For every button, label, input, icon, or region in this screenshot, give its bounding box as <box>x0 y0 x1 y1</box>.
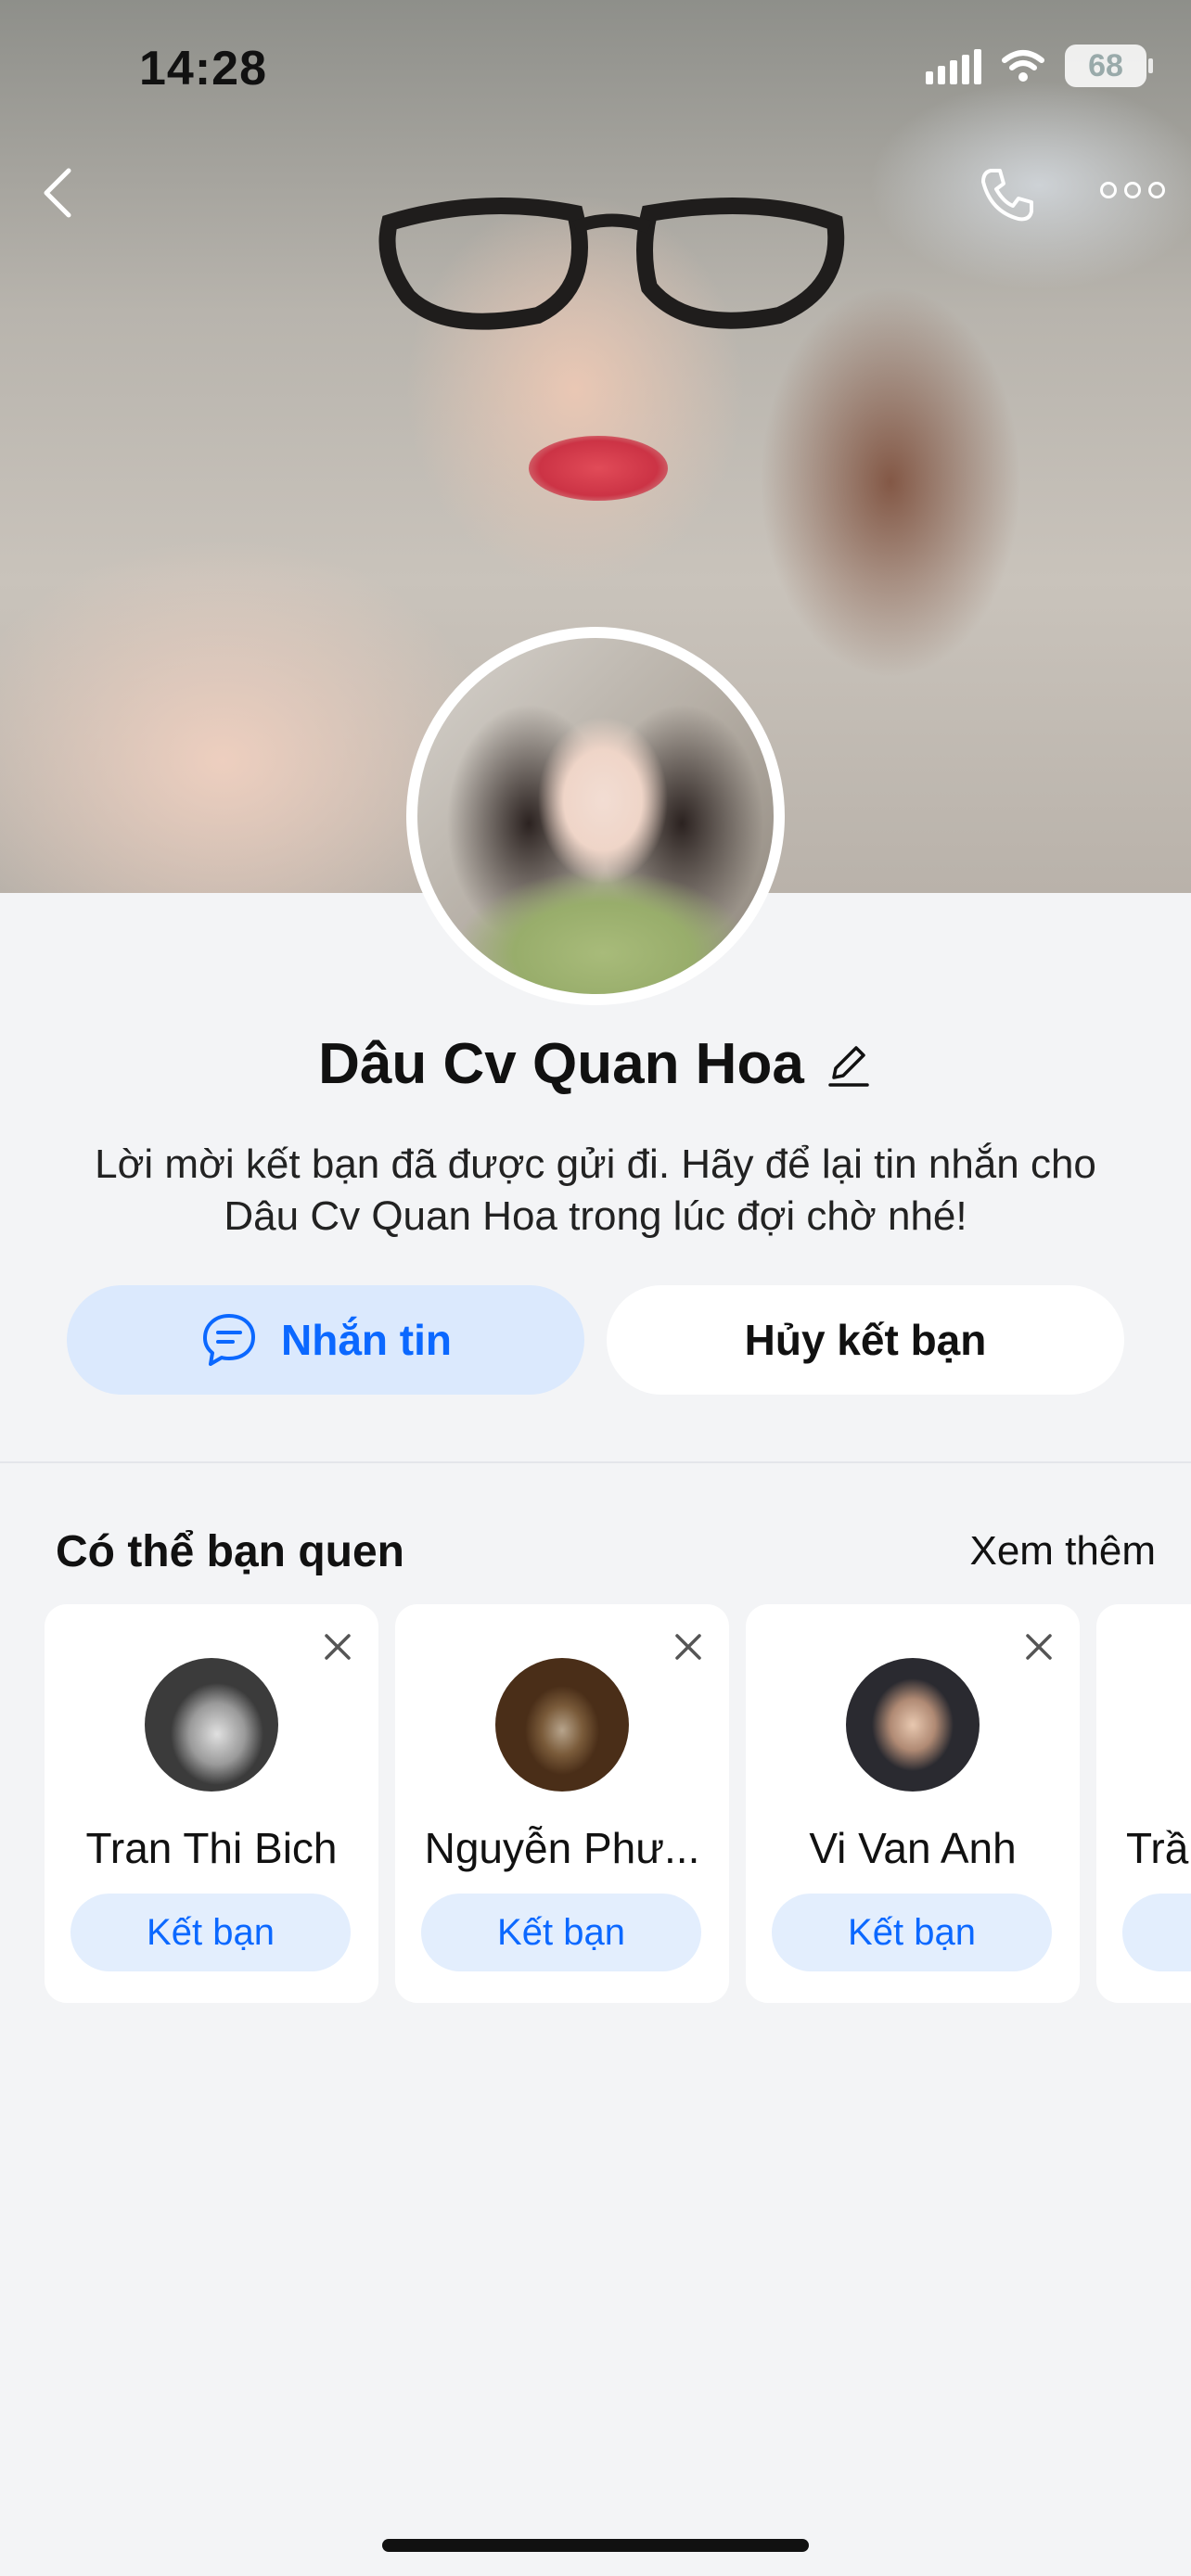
suggestion-card[interactable]: Vi Van Anh Kết bạn <box>746 1604 1080 2003</box>
message-button[interactable]: Nhắn tin <box>67 1285 584 1395</box>
suggestions-title: Có thể bạn quen <box>56 1527 404 1576</box>
chat-icon <box>203 1314 255 1366</box>
profile-avatar[interactable] <box>406 627 785 1005</box>
home-indicator <box>382 2539 809 2552</box>
edit-icon[interactable] <box>825 1040 873 1089</box>
back-icon[interactable] <box>37 165 78 221</box>
more-icon[interactable] <box>1100 178 1165 202</box>
phone-icon[interactable] <box>978 165 1037 224</box>
add-friend-button[interactable]: Kết bạn <box>421 1894 701 1971</box>
message-button-label: Nhắn tin <box>281 1316 452 1364</box>
add-friend-button[interactable] <box>1122 1894 1191 1971</box>
close-icon[interactable] <box>1022 1630 1056 1664</box>
suggestion-card[interactable]: Trầ <box>1096 1604 1191 2003</box>
suggestion-name: Nguyễn Phư... <box>424 1824 700 1872</box>
more-dot <box>1124 182 1141 198</box>
suggestion-name: Tran Thi Bich <box>85 1824 338 1872</box>
profile-name-row: Dâu Cv Quan Hoa <box>0 1031 1191 1097</box>
avatar[interactable] <box>495 1658 629 1792</box>
close-icon[interactable] <box>321 1630 354 1664</box>
suggestion-card[interactable]: Nguyễn Phư... Kết bạn <box>395 1604 729 2003</box>
cancel-friend-label: Hủy kết bạn <box>744 1316 987 1364</box>
battery-indicator: 68 <box>1065 45 1153 87</box>
add-friend-button[interactable]: Kết bạn <box>70 1894 351 1971</box>
avatar[interactable] <box>846 1658 980 1792</box>
status-icons: 68 <box>926 45 1153 87</box>
profile-name: Dâu Cv Quan Hoa <box>318 1032 804 1096</box>
friend-request-message: Lời mời kết bạn đã được gửi đi. Hãy để l… <box>95 1141 1096 1239</box>
cover-lips-shape <box>529 436 668 501</box>
suggestion-card[interactable]: Tran Thi Bich Kết bạn <box>45 1604 378 2003</box>
suggestion-name: Trầ <box>1126 1824 1189 1872</box>
close-icon[interactable] <box>672 1630 705 1664</box>
cancel-friend-button[interactable]: Hủy kết bạn <box>607 1285 1124 1395</box>
more-dot <box>1148 182 1165 198</box>
cover-glasses-shape <box>378 198 845 330</box>
suggestion-name: Vi Van Anh <box>809 1824 1017 1872</box>
see-more-link[interactable]: Xem thêm <box>969 1528 1156 1575</box>
status-time: 14:28 <box>139 42 267 96</box>
more-dot <box>1100 182 1117 198</box>
wifi-icon <box>1002 50 1044 82</box>
section-divider <box>0 1461 1191 1463</box>
avatar-image <box>417 638 774 994</box>
avatar[interactable] <box>145 1658 278 1792</box>
signal-icon <box>926 47 981 84</box>
add-friend-button[interactable]: Kết bạn <box>772 1894 1052 1971</box>
